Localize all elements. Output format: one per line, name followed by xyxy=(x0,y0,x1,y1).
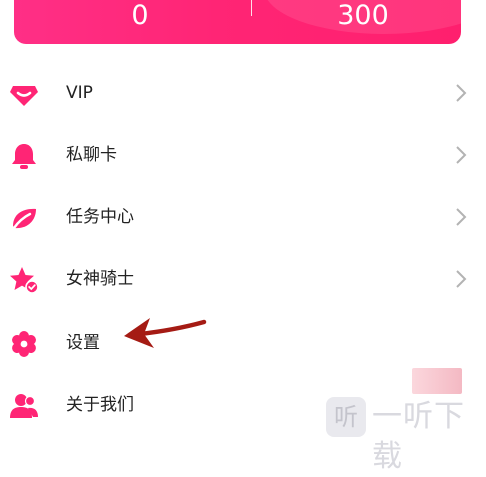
stats-divider xyxy=(251,0,252,16)
watermark-text: 一听下载 xyxy=(372,399,465,474)
chevron-right-icon xyxy=(456,84,467,102)
stats-card: 0 300 xyxy=(14,0,461,44)
menu-item-label: 任务中心 xyxy=(66,207,134,227)
menu-item-settings[interactable]: 设置 xyxy=(0,313,486,373)
annotation-arrow xyxy=(124,318,207,348)
menu-item-label: 关于我们 xyxy=(66,395,134,415)
chevron-right-icon xyxy=(456,270,467,288)
menu-item-label: 私聊卡 xyxy=(66,145,117,165)
bell-icon xyxy=(12,144,36,169)
menu-item-label: 设置 xyxy=(66,333,100,353)
pink-patch xyxy=(412,368,462,394)
menu-item-private-chat-card[interactable]: 私聊卡 xyxy=(0,125,486,185)
menu-item-task-center[interactable]: 任务中心 xyxy=(0,187,486,247)
vip-diamond-icon xyxy=(10,86,38,106)
users-icon xyxy=(10,394,38,418)
menu-item-label: VIP xyxy=(66,83,93,103)
task-leaf-icon xyxy=(12,208,36,230)
stat-right-value[interactable]: 300 xyxy=(303,0,423,32)
menu-item-vip[interactable]: VIP xyxy=(0,63,486,123)
menu-item-goddess-knight[interactable]: 女神骑士 xyxy=(0,249,486,309)
stat-left-value[interactable]: 0 xyxy=(80,0,200,32)
chevron-right-icon xyxy=(456,146,467,164)
star-badge-icon xyxy=(10,267,39,294)
chevron-right-icon xyxy=(456,208,467,226)
watermark: 听 一听下载 xyxy=(322,394,486,474)
menu-item-label: 女神骑士 xyxy=(66,269,134,289)
gear-icon xyxy=(12,331,36,357)
watermark-badge: 听 xyxy=(326,397,366,437)
